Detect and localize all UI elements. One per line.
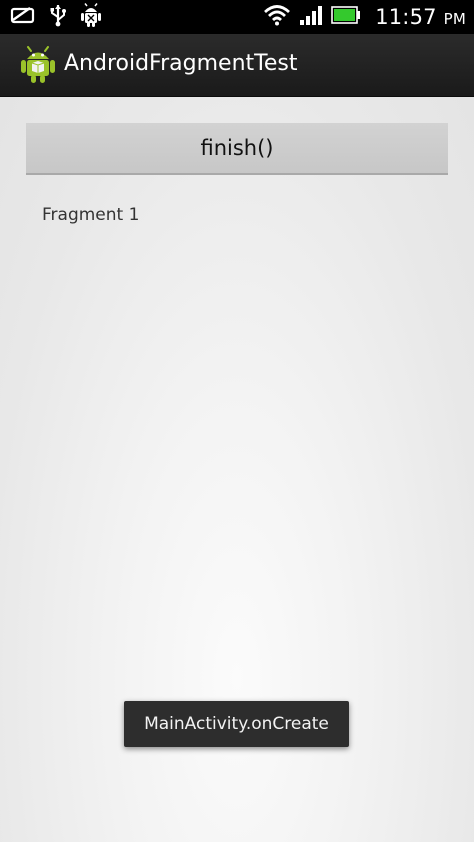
status-clock: 11:57 PM xyxy=(375,5,466,29)
app-title: AndroidFragmentTest xyxy=(64,51,298,76)
notification-card-icon xyxy=(10,5,36,29)
main-content: finish() Fragment 1 MainActivity.onCreat… xyxy=(0,97,474,842)
signal-icon xyxy=(299,4,323,30)
status-system-icons: 11:57 PM xyxy=(263,2,466,32)
toast-text: MainActivity.onCreate xyxy=(144,714,329,734)
wifi-icon xyxy=(263,4,291,30)
android-debug-icon xyxy=(80,3,102,31)
toast-message: MainActivity.onCreate xyxy=(124,701,349,747)
battery-icon xyxy=(331,5,361,29)
status-bar: 11:57 PM xyxy=(0,0,474,34)
action-bar: AndroidFragmentTest xyxy=(0,34,474,97)
status-notifications xyxy=(10,3,102,31)
status-time: 11:57 xyxy=(375,5,437,29)
usb-icon xyxy=(48,3,68,31)
android-app-icon[interactable] xyxy=(20,46,56,84)
finish-button[interactable]: finish() xyxy=(26,123,448,175)
status-ampm: PM xyxy=(443,10,466,28)
fragment-label: Fragment 1 xyxy=(42,205,140,225)
